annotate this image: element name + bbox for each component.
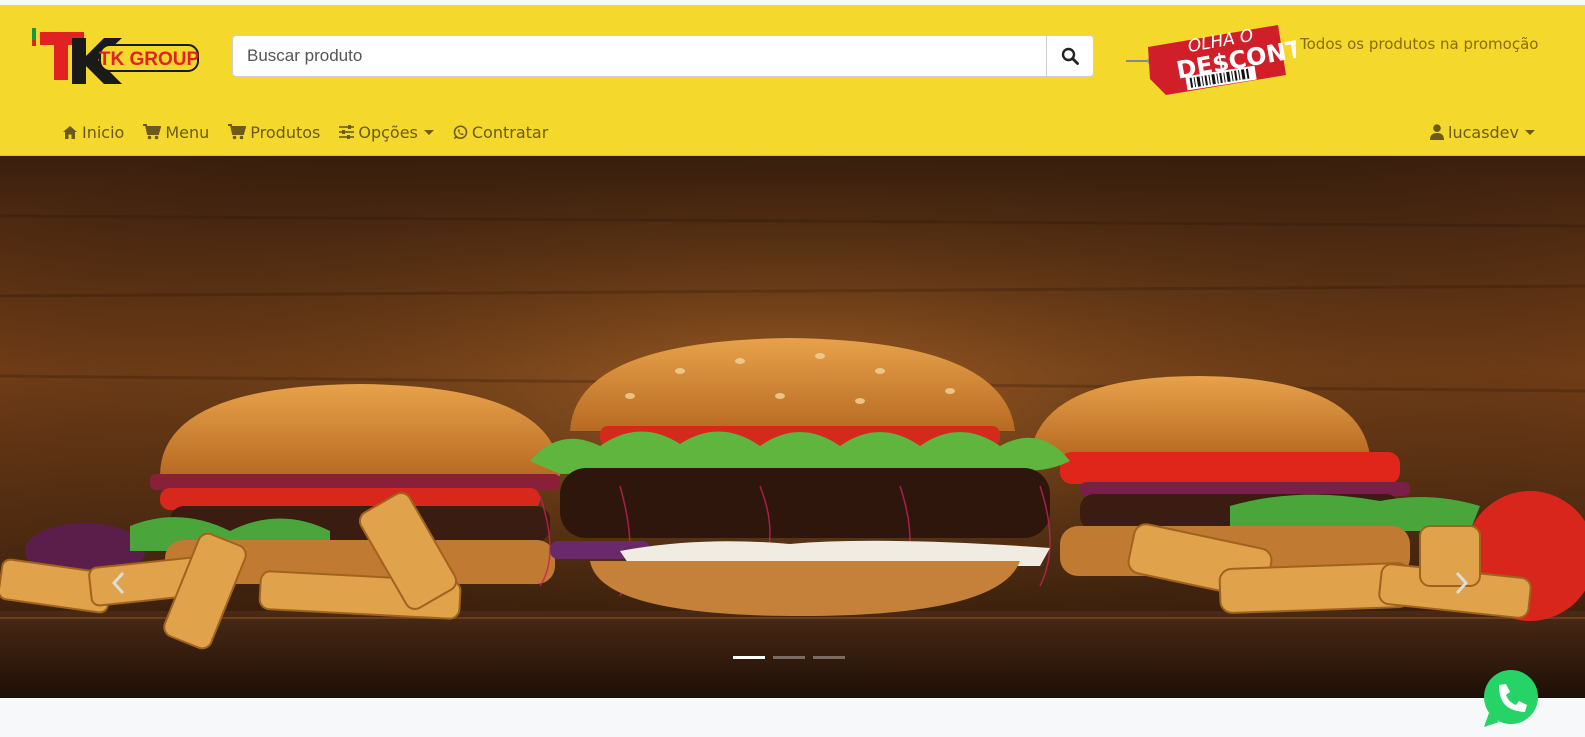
hero-carousel [0, 156, 1585, 698]
search-input[interactable] [233, 36, 1039, 76]
chevron-down-icon [1525, 129, 1535, 135]
chevron-down-icon [423, 129, 434, 135]
carousel-next-button[interactable] [1450, 568, 1474, 598]
tk-group-logo[interactable]: TK GROUP [32, 28, 200, 84]
search-bar [232, 35, 1094, 77]
user-icon [1430, 124, 1444, 140]
user-menu[interactable]: lucasdev [1430, 119, 1535, 145]
nav-label-produtos: Produtos [250, 122, 321, 142]
search-button[interactable] [1046, 36, 1093, 76]
nav-item-produtos[interactable]: Produtos [228, 123, 320, 142]
promo-badge[interactable]: OLHA O DE$CONTO [1126, 17, 1296, 97]
carousel-indicator-2[interactable] [773, 656, 805, 659]
cart-icon [228, 124, 247, 140]
nav-label-opcoes: Opções [358, 122, 418, 142]
search-icon [1061, 47, 1079, 65]
sliders-icon [339, 125, 355, 139]
chevron-left-icon [111, 571, 125, 595]
user-name: lucasdev [1448, 122, 1519, 142]
home-icon [63, 125, 77, 139]
carousel-prev-button[interactable] [106, 568, 130, 598]
nav-item-opcoes[interactable]: Opções [339, 123, 434, 142]
site-header: TK GROUP OLHA O DE$CONTO Todos os [0, 5, 1585, 156]
whatsapp-icon [453, 124, 468, 139]
chevron-right-icon [1455, 571, 1469, 595]
carousel-indicators [733, 656, 853, 659]
nav-label-menu: Menu [165, 122, 210, 142]
carousel-indicator-1[interactable] [733, 656, 765, 659]
nav-item-menu[interactable]: Menu [143, 123, 209, 142]
nav-label-contratar: Contratar [471, 122, 549, 142]
carousel-indicator-3[interactable] [813, 656, 845, 659]
cart-icon [143, 124, 162, 140]
nav-item-contratar[interactable]: Contratar [453, 123, 548, 142]
burger-hero-image [0, 156, 1585, 698]
whatsapp-float-button[interactable] [1480, 667, 1542, 729]
main-nav: Inicio Menu Produtos Opções Contratar [62, 119, 567, 145]
logo-text: TK GROUP [99, 49, 200, 70]
nav-label-inicio: Inicio [82, 122, 125, 142]
promo-text: Todos os produtos na promoção [1300, 35, 1539, 53]
nav-item-inicio[interactable]: Inicio [62, 123, 124, 142]
